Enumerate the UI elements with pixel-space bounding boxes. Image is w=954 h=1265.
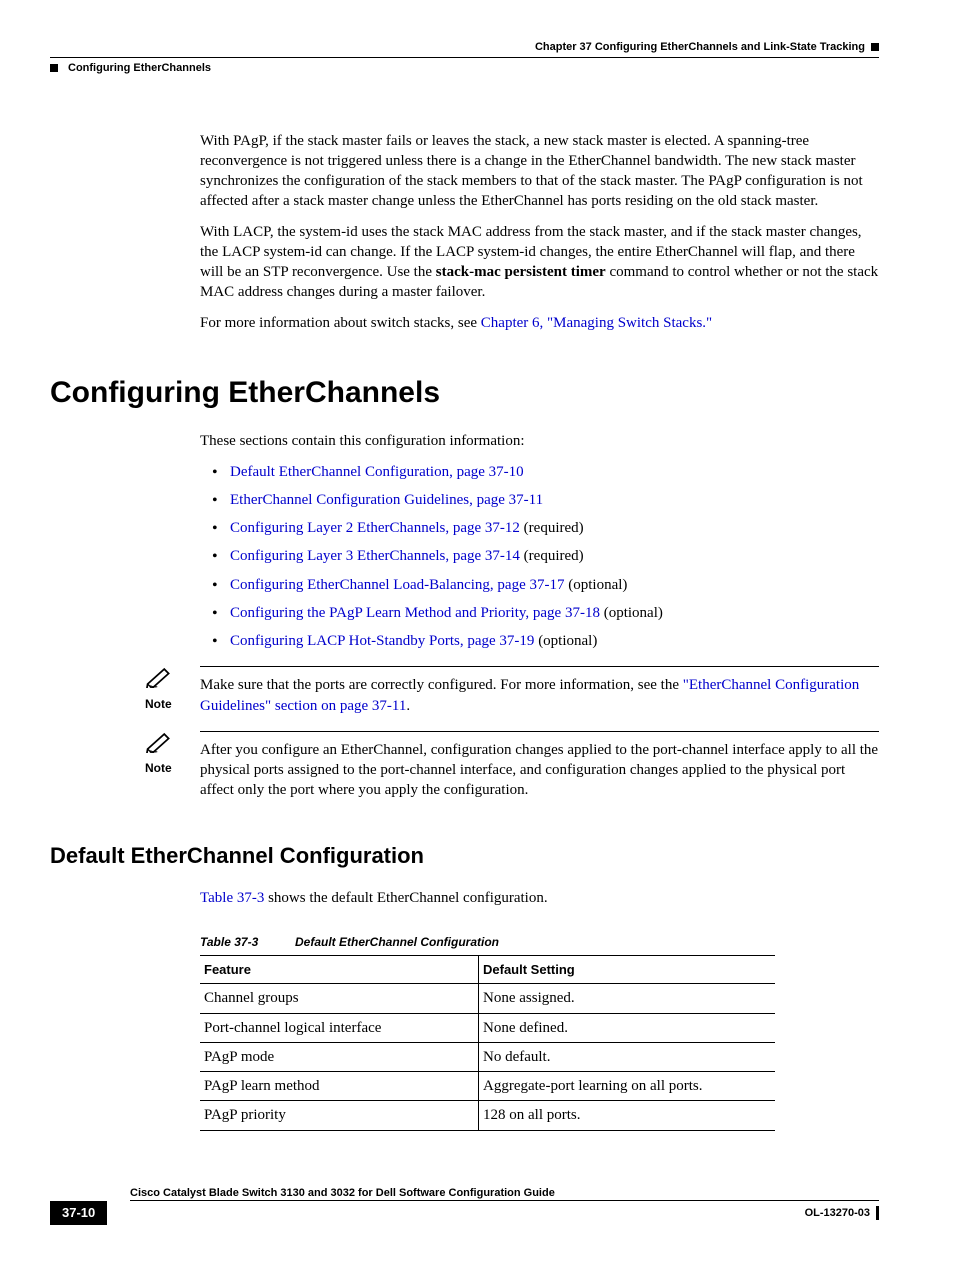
- intro-para-3: For more information about switch stacks…: [200, 313, 879, 333]
- table-cell: PAgP learn method: [200, 1072, 479, 1101]
- toc-item: Configuring Layer 3 EtherChannels, page …: [230, 546, 879, 566]
- h2-intro-link[interactable]: Table 37-3: [200, 890, 264, 906]
- table-header-default: Default Setting: [479, 955, 776, 984]
- table-caption-title: Default EtherChannel Configuration: [295, 935, 499, 949]
- heading-1: Configuring EtherChannels: [50, 373, 879, 414]
- h2-intro-rest: shows the default EtherChannel configura…: [264, 890, 547, 906]
- table-header-feature: Feature: [200, 955, 479, 984]
- note-block-2: Note After you configure an EtherChannel…: [145, 731, 879, 801]
- heading-2: Default EtherChannel Configuration: [50, 841, 879, 871]
- page-number: 37-10: [50, 1201, 107, 1225]
- h2-intro: Table 37-3 shows the default EtherChanne…: [200, 888, 879, 908]
- footer-title: Cisco Catalyst Blade Switch 3130 and 303…: [130, 1186, 555, 1201]
- intro-p3-link[interactable]: Chapter 6, "Managing Switch Stacks.": [481, 315, 712, 331]
- pencil-icon: [145, 676, 173, 692]
- header-section: Configuring EtherChannels: [68, 61, 211, 76]
- note1-a: Make sure that the ports are correctly c…: [200, 677, 683, 693]
- note-icon-wrap: Note: [145, 731, 200, 776]
- table-row: PAgP priority128 on all ports.: [200, 1101, 775, 1130]
- table-cell: PAgP priority: [200, 1101, 479, 1130]
- doc-id-bar-icon: [876, 1206, 879, 1220]
- toc-intro: These sections contain this configuratio…: [200, 431, 879, 451]
- note-label: Note: [145, 760, 200, 776]
- table-row: PAgP learn methodAggregate-port learning…: [200, 1072, 775, 1101]
- table-cell: No default.: [479, 1042, 776, 1071]
- toc-link[interactable]: EtherChannel Configuration Guidelines, p…: [230, 492, 543, 508]
- note-content: Make sure that the ports are correctly c…: [200, 666, 879, 716]
- table-cell: PAgP mode: [200, 1042, 479, 1071]
- table-cell: Port-channel logical interface: [200, 1013, 479, 1042]
- note-icon-wrap: Note: [145, 666, 200, 711]
- note1-b: .: [406, 698, 410, 714]
- table-caption-num: Table 37-3: [200, 934, 295, 950]
- header-section-square-icon: [50, 64, 58, 72]
- toc-item: Configuring the PAgP Learn Method and Pr…: [230, 603, 879, 623]
- table-cell: Channel groups: [200, 984, 479, 1013]
- toc-link[interactable]: Default EtherChannel Configuration, page…: [230, 464, 524, 480]
- toc-link[interactable]: Configuring Layer 2 EtherChannels, page …: [230, 520, 520, 536]
- intro-p2-bold: stack-mac persistent timer: [436, 264, 606, 280]
- toc-link[interactable]: Configuring EtherChannel Load-Balancing,…: [230, 577, 565, 593]
- toc-suffix: (required): [520, 520, 584, 536]
- toc-item: EtherChannel Configuration Guidelines, p…: [230, 490, 879, 510]
- table-cell: None defined.: [479, 1013, 776, 1042]
- table-cell: Aggregate-port learning on all ports.: [479, 1072, 776, 1101]
- header-chapter: Chapter 37 Configuring EtherChannels and…: [535, 40, 865, 55]
- toc-suffix: (optional): [600, 605, 663, 621]
- footer: Cisco Catalyst Blade Switch 3130 and 303…: [50, 1186, 879, 1225]
- note-block-1: Note Make sure that the ports are correc…: [145, 666, 879, 716]
- doc-id: OL-13270-03: [805, 1206, 870, 1221]
- pencil-icon: [145, 741, 173, 757]
- header-chapter-row: Chapter 37 Configuring EtherChannels and…: [50, 40, 879, 55]
- table-cell: 128 on all ports.: [479, 1101, 776, 1130]
- intro-para-2: With LACP, the system-id uses the stack …: [200, 222, 879, 303]
- header-section-row: Configuring EtherChannels: [50, 61, 879, 76]
- table-caption: Table 37-3Default EtherChannel Configura…: [200, 934, 879, 950]
- note-content: After you configure an EtherChannel, con…: [200, 731, 879, 801]
- header-rule: [50, 57, 879, 58]
- table-cell: None assigned.: [479, 984, 776, 1013]
- toc-link[interactable]: Configuring the PAgP Learn Method and Pr…: [230, 605, 600, 621]
- toc-suffix: (required): [520, 548, 584, 564]
- table-row: Port-channel logical interfaceNone defin…: [200, 1013, 775, 1042]
- table-row: PAgP modeNo default.: [200, 1042, 775, 1071]
- intro-p3-a: For more information about switch stacks…: [200, 315, 481, 331]
- toc-suffix: (optional): [565, 577, 628, 593]
- header-square-icon: [871, 43, 879, 51]
- note-label: Note: [145, 696, 200, 712]
- toc-item: Configuring LACP Hot-Standby Ports, page…: [230, 631, 879, 651]
- toc-suffix: (optional): [534, 633, 597, 649]
- doc-id-row: OL-13270-03: [805, 1206, 879, 1221]
- toc-link[interactable]: Configuring Layer 3 EtherChannels, page …: [230, 548, 520, 564]
- toc-list: Default EtherChannel Configuration, page…: [200, 462, 879, 652]
- config-table: Feature Default Setting Channel groupsNo…: [200, 955, 775, 1131]
- toc-item: Default EtherChannel Configuration, page…: [230, 462, 879, 482]
- toc-link[interactable]: Configuring LACP Hot-Standby Ports, page…: [230, 633, 534, 649]
- toc-item: Configuring Layer 2 EtherChannels, page …: [230, 518, 879, 538]
- table-row: Channel groupsNone assigned.: [200, 984, 775, 1013]
- toc-item: Configuring EtherChannel Load-Balancing,…: [230, 575, 879, 595]
- intro-para-1: With PAgP, if the stack master fails or …: [200, 131, 879, 212]
